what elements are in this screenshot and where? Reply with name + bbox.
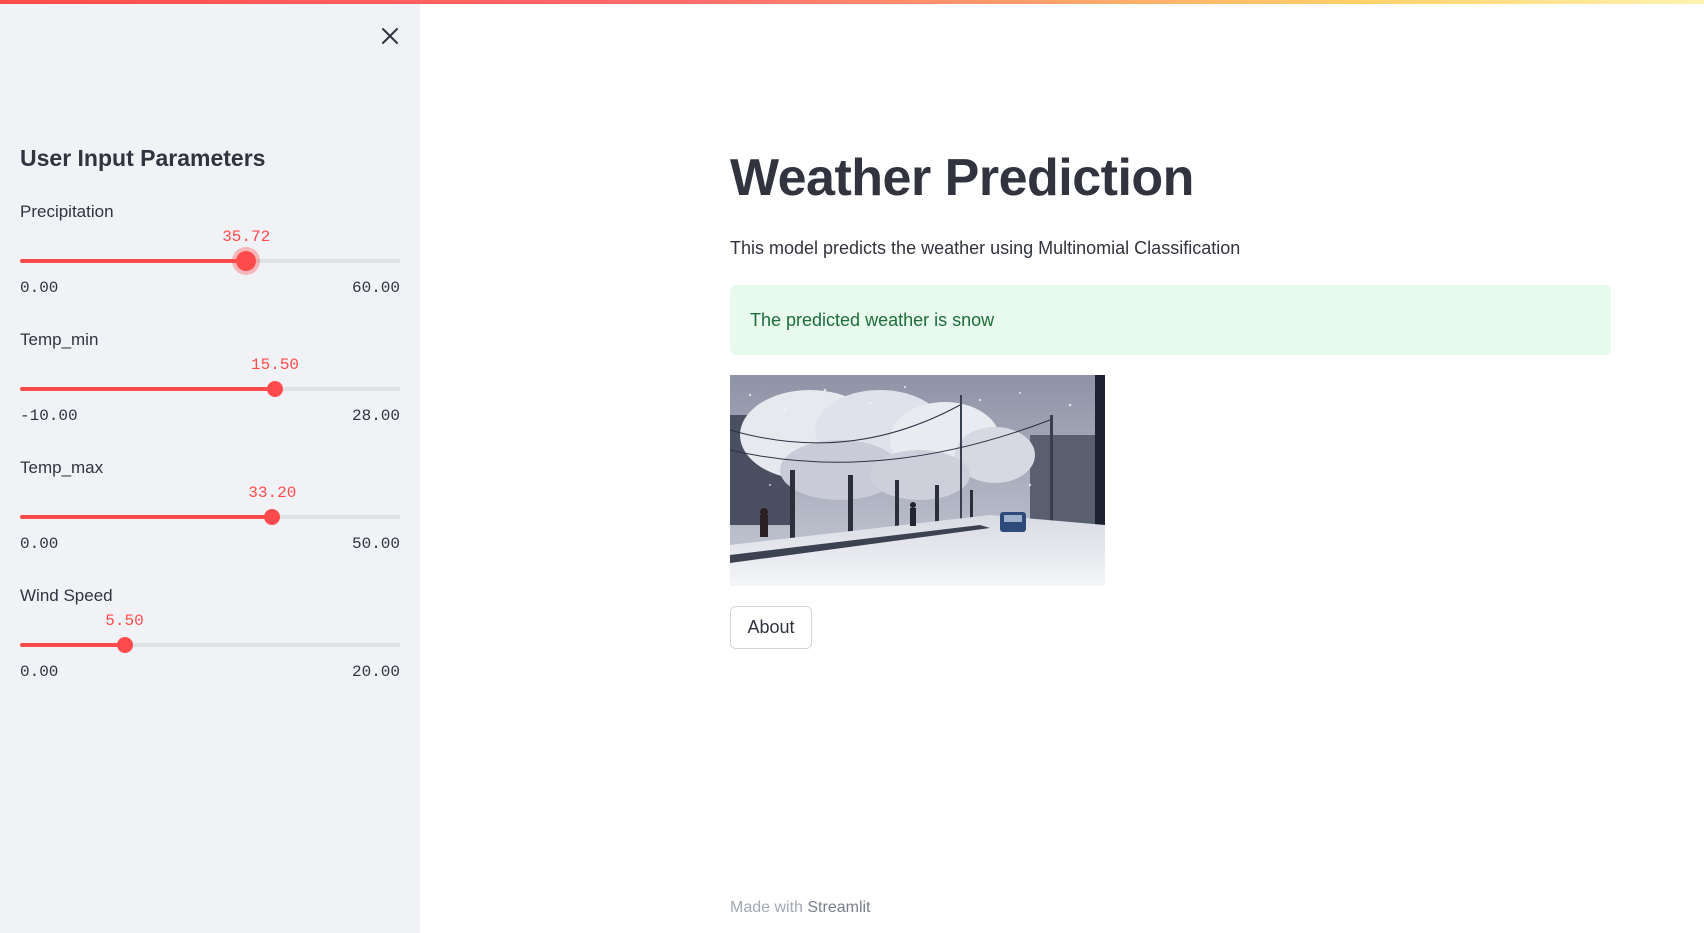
prediction-text: The predicted weather is snow (750, 309, 995, 330)
slider-fill (20, 515, 273, 519)
slider-min-label: 0.00 (20, 535, 59, 553)
slider-thumb[interactable] (236, 251, 257, 271)
slider-label: Precipitation (20, 202, 114, 221)
page-title: Weather Prediction (730, 149, 1194, 207)
snow-scene-illustration (730, 375, 1105, 586)
slider-value: 33.20 (248, 484, 297, 502)
slider-label: Temp_max (20, 458, 104, 477)
sidebar-title: User Input Parameters (20, 145, 266, 171)
snow-street-image (730, 375, 1105, 586)
slider-fill (20, 387, 276, 391)
slider-max-label: 28.00 (351, 407, 400, 425)
page-description: This model predicts the weather using Mu… (730, 238, 1241, 258)
slider-label: Wind Speed (20, 586, 113, 605)
slider-fill (20, 643, 125, 647)
slider-min-label: -10.00 (20, 407, 78, 425)
top-decoration-bar (0, 0, 1704, 4)
slider-track[interactable] (20, 637, 400, 653)
slider-temp-max: Temp_max 33.20 0.00 50.00 (20, 458, 400, 568)
footer-prefix: Made with (730, 899, 803, 916)
slider-fill (20, 259, 247, 263)
sidebar-close-button[interactable] (376, 22, 404, 50)
slider-max-label: 60.00 (351, 279, 400, 297)
main-content: Weather Prediction This model predicts t… (420, 0, 1704, 933)
slider-value: 35.72 (222, 228, 271, 246)
slider-track[interactable] (20, 509, 400, 525)
slider-max-label: 50.00 (351, 535, 400, 553)
slider-thumb[interactable] (267, 381, 284, 397)
sidebar: User Input Parameters Precipitation 35.7… (0, 0, 420, 933)
slider-max-label: 20.00 (351, 663, 400, 681)
slider-label: Temp_min (20, 330, 99, 349)
slider-min-label: 0.00 (20, 279, 59, 297)
slider-value: 5.50 (105, 612, 144, 630)
slider-track[interactable] (20, 381, 400, 397)
close-icon (382, 28, 398, 44)
slider-temp-min: Temp_min 15.50 -10.00 28.00 (20, 330, 400, 440)
slider-track[interactable] (20, 251, 400, 271)
slider-precipitation: Precipitation 35.72 0.00 60.00 (20, 202, 400, 312)
slider-min-label: 0.00 (20, 663, 59, 681)
prediction-alert: The predicted weather is snow (730, 285, 1611, 355)
about-button[interactable]: About (730, 606, 812, 649)
slider-thumb[interactable] (116, 637, 133, 653)
slider-value: 15.50 (251, 356, 300, 374)
slider-thumb[interactable] (264, 509, 281, 525)
streamlit-link[interactable]: Streamlit (807, 899, 870, 916)
slider-wind-speed: Wind Speed 5.50 0.00 20.00 (20, 586, 400, 696)
footer: Made with Streamlit (730, 899, 871, 917)
